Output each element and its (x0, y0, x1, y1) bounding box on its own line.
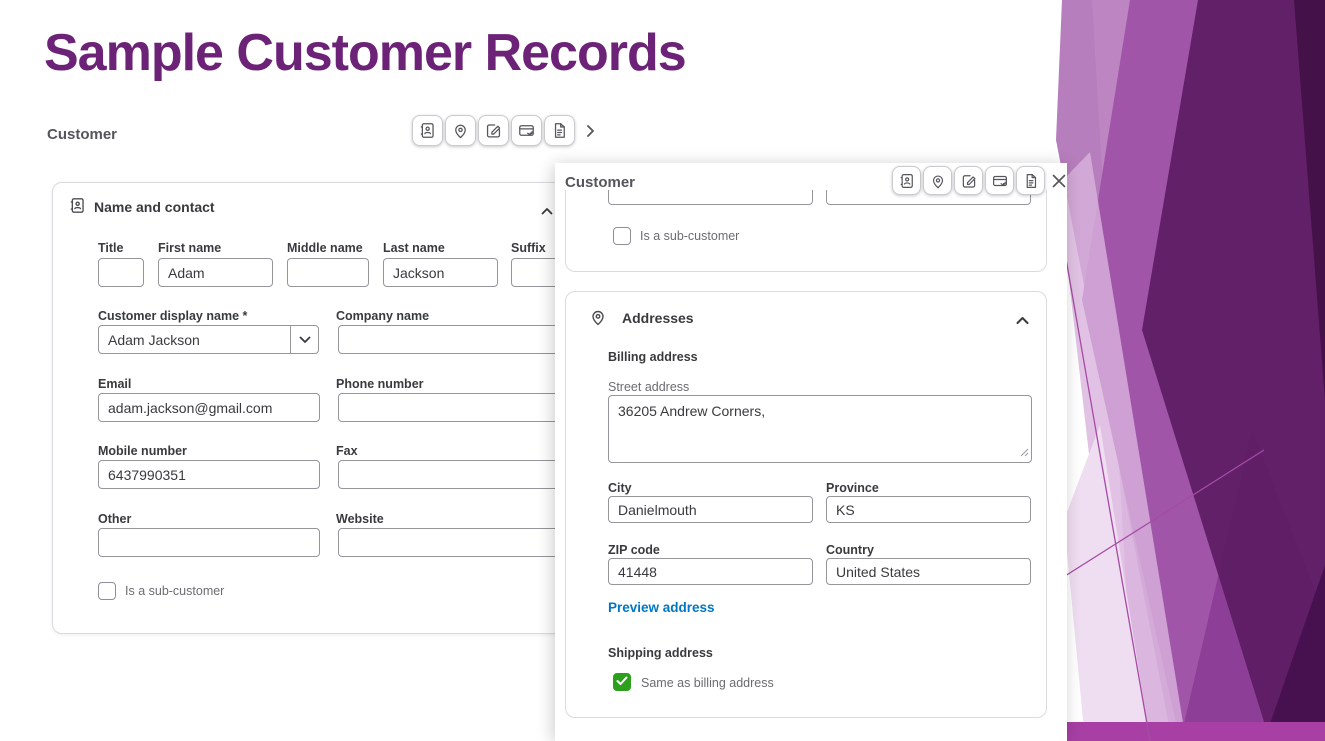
sub-customer-checkbox[interactable] (98, 582, 116, 600)
presentation-slide: Sample Customer Records Customer Name an… (0, 0, 1325, 741)
documents-button[interactable] (1016, 166, 1045, 195)
location-pin-icon (588, 307, 608, 332)
section-title: Name and contact (94, 199, 215, 215)
contacts-button[interactable] (892, 166, 921, 195)
mobile-label: Mobile number (98, 444, 187, 458)
document-icon (550, 121, 569, 140)
zip-input[interactable]: 41448 (608, 558, 813, 585)
zip-label: ZIP code (608, 543, 660, 557)
street-address-label: Street address (608, 380, 690, 394)
mobile-input[interactable]: 6437990351 (98, 460, 320, 489)
title-input[interactable] (98, 258, 144, 287)
city-input[interactable]: Danielmouth (608, 496, 813, 523)
addresses-button[interactable] (923, 166, 952, 195)
chevron-down-icon[interactable] (290, 326, 318, 353)
province-label: Province (826, 481, 879, 495)
phone-label: Phone number (336, 377, 424, 391)
country-label: Country (826, 543, 874, 557)
documents-button[interactable] (544, 115, 575, 146)
fax-label: Fax (336, 444, 358, 458)
sub-customer-label: Is a sub-customer (125, 584, 225, 598)
same-as-billing-checkbox[interactable] (613, 673, 631, 691)
title-label: Title (98, 241, 124, 255)
customer-overlay-window: Customer Is a sub-customer Addresses Bil… (555, 163, 1067, 741)
company-label: Company name (336, 309, 430, 323)
left-toolbar (412, 115, 595, 146)
middle-name-label: Middle name (287, 241, 363, 255)
display-name-select[interactable]: Adam Jackson (98, 325, 319, 354)
partial-input-left[interactable] (608, 190, 813, 205)
contact-card-icon (898, 172, 916, 190)
province-input[interactable]: KS (826, 496, 1031, 523)
edit-note-icon (960, 172, 978, 190)
collapse-section-chevron[interactable] (1016, 312, 1029, 330)
billing-address-heading: Billing address (608, 350, 698, 364)
shipping-address-heading: Shipping address (608, 646, 713, 660)
last-name-label: Last name (383, 241, 445, 255)
email-label: Email (98, 377, 132, 391)
expand-toolbar-chevron[interactable] (586, 124, 595, 138)
payment-card-icon (517, 121, 536, 140)
collapse-section-chevron[interactable] (541, 202, 553, 220)
payments-button[interactable] (511, 115, 542, 146)
preview-address-link[interactable]: Preview address (608, 600, 715, 615)
name-contact-card: Name and contact Title First name Middle… (52, 182, 628, 634)
overlay-heading: Customer (565, 174, 636, 191)
payments-button[interactable] (985, 166, 1014, 195)
close-icon (1051, 173, 1067, 192)
overlay-toolbar (892, 166, 1045, 195)
middle-name-input[interactable] (287, 258, 369, 287)
display-name-label: Customer display name * (98, 309, 248, 323)
contacts-button[interactable] (412, 115, 443, 146)
slide-title: Sample Customer Records (44, 24, 687, 82)
resize-handle[interactable] (1020, 444, 1029, 460)
other-input[interactable] (98, 528, 320, 557)
street-address-textarea[interactable]: 36205 Andrew Corners, (608, 395, 1032, 463)
document-icon (1022, 172, 1040, 190)
sub-customer-label: Is a sub-customer (640, 229, 740, 243)
addresses-card: Addresses Billing address Street address… (565, 291, 1047, 718)
contact-card-icon (418, 121, 437, 140)
sub-customer-checkbox[interactable] (613, 227, 631, 245)
street-address-value: 36205 Andrew Corners, (618, 403, 766, 419)
other-label: Other (98, 512, 132, 526)
contact-card-icon (68, 196, 87, 220)
email-input[interactable]: adam.jackson@gmail.com (98, 393, 320, 422)
country-input[interactable]: United States (826, 558, 1031, 585)
notes-button[interactable] (478, 115, 509, 146)
payment-card-icon (991, 172, 1009, 190)
city-label: City (608, 481, 632, 495)
name-contact-card-partial: Is a sub-customer (565, 190, 1047, 272)
first-name-input[interactable]: Adam (158, 258, 273, 287)
section-title: Addresses (622, 310, 694, 326)
close-button[interactable] (1047, 170, 1071, 194)
notes-button[interactable] (954, 166, 983, 195)
location-pin-icon (451, 121, 470, 140)
last-name-input[interactable]: Jackson (383, 258, 498, 287)
same-as-billing-label: Same as billing address (641, 676, 774, 690)
first-name-label: First name (158, 241, 222, 255)
edit-note-icon (484, 121, 503, 140)
suffix-label: Suffix (511, 241, 546, 255)
display-name-value: Adam Jackson (108, 331, 200, 348)
location-pin-icon (929, 172, 947, 190)
left-window-heading: Customer (47, 126, 118, 143)
website-label: Website (336, 512, 384, 526)
checkmark-icon (616, 673, 628, 691)
addresses-button[interactable] (445, 115, 476, 146)
